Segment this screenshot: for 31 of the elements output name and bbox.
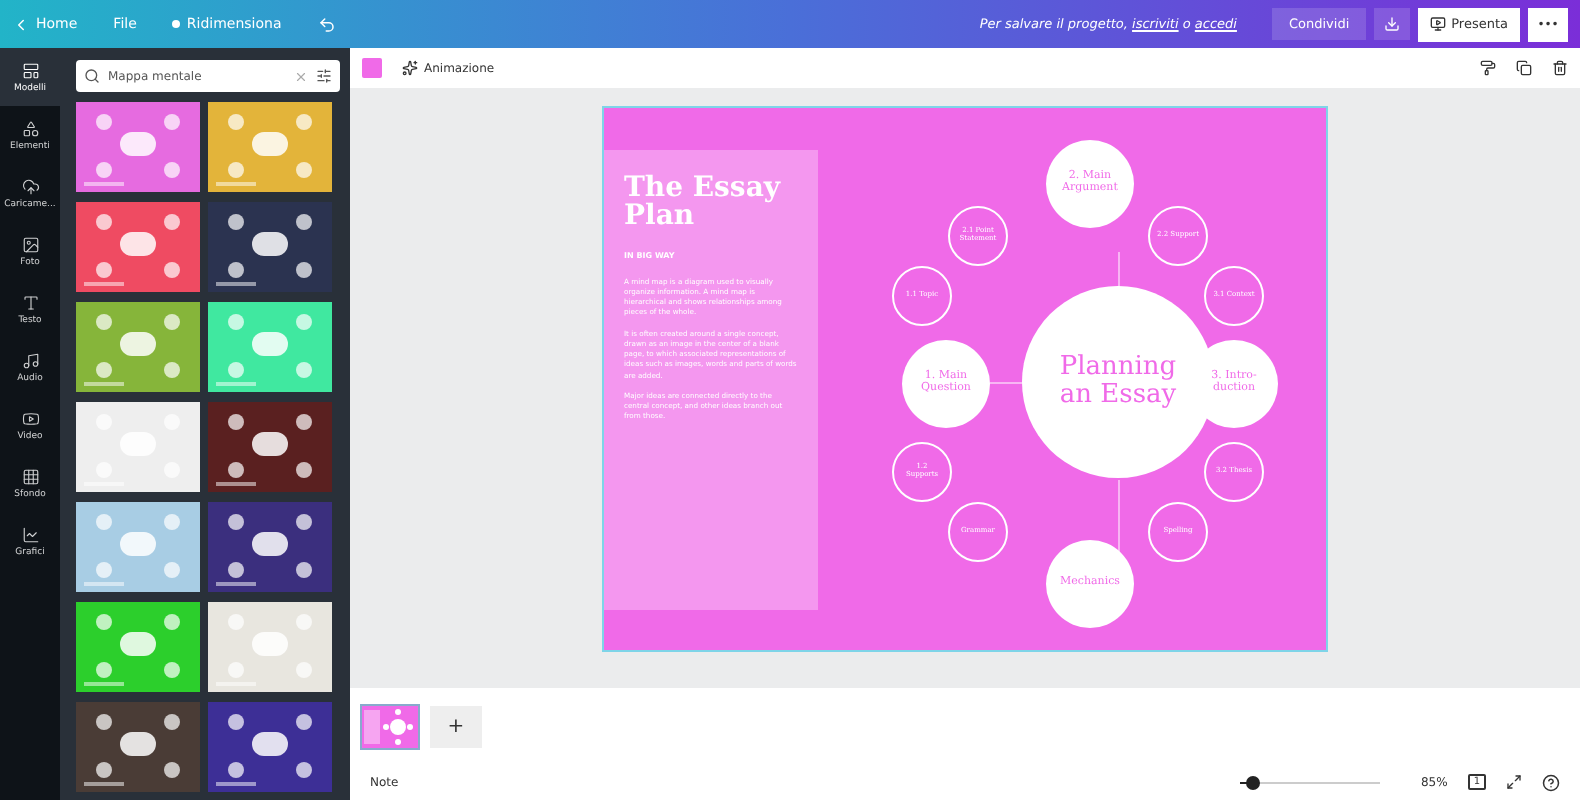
undo-icon[interactable] [317, 15, 336, 33]
back-icon [12, 15, 30, 33]
connector-line [1118, 252, 1120, 288]
color-swatch[interactable] [362, 58, 382, 78]
monitor-icon [1429, 16, 1446, 32]
image-icon [21, 235, 39, 253]
zoom-thumb[interactable] [1246, 775, 1261, 789]
paint-roller-icon[interactable] [1480, 60, 1496, 76]
upload-icon [21, 177, 39, 195]
trash-icon[interactable] [1552, 60, 1568, 76]
text-icon [21, 293, 39, 311]
fullscreen-icon[interactable] [1506, 774, 1522, 790]
duplicate-icon[interactable] [1516, 60, 1532, 76]
grid-icon [21, 467, 39, 485]
download-icon [1383, 16, 1400, 32]
music-icon [21, 351, 39, 369]
connector-line [990, 382, 1026, 384]
add-page-button[interactable]: + [430, 705, 482, 747]
shapes-icon [21, 119, 39, 137]
video-icon [21, 409, 39, 427]
connector-line [1118, 480, 1120, 552]
download-button[interactable] [1373, 8, 1410, 40]
sparkle-icon [402, 60, 418, 76]
dot-icon [172, 20, 181, 28]
search-icon [84, 68, 100, 84]
layout-icon [21, 61, 39, 79]
chart-icon [21, 525, 39, 543]
page-thumbnail[interactable] [362, 705, 418, 747]
filter-icon[interactable] [316, 68, 332, 84]
slide-title: The Essay Plan [624, 173, 783, 232]
help-icon[interactable] [1542, 773, 1560, 791]
